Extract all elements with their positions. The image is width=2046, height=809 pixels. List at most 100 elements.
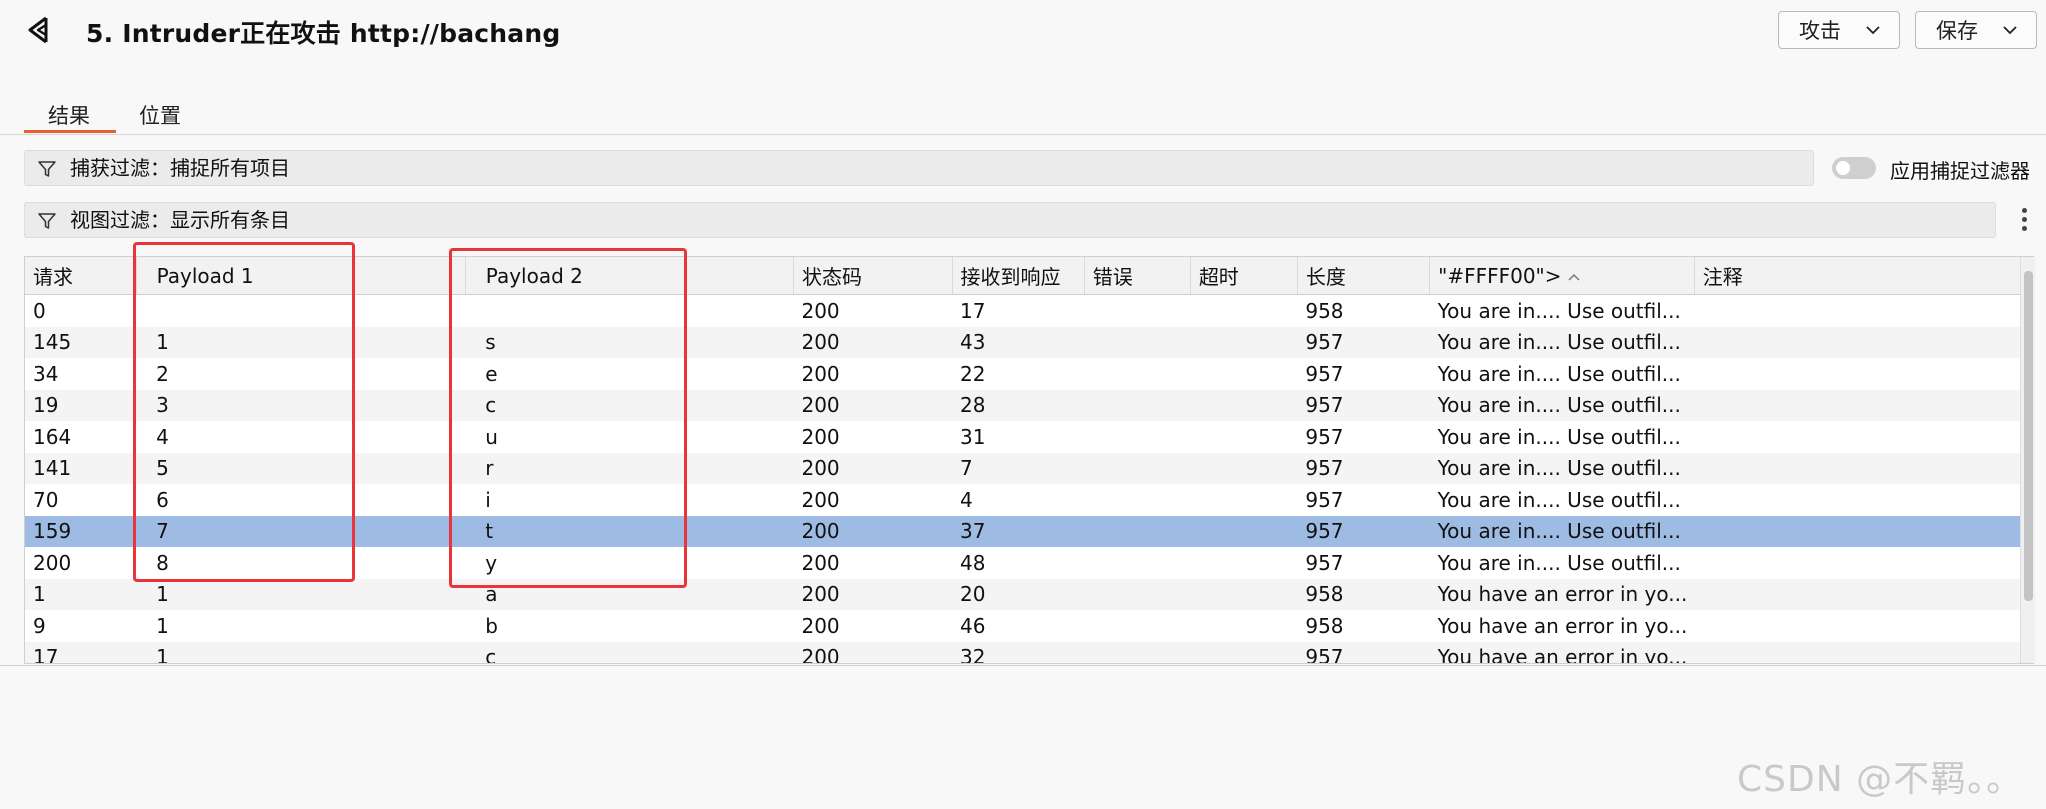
column-header-comment[interactable]: 注释 [1694, 257, 2026, 295]
view-filter-bar[interactable]: 视图过滤：显示所有条目 [24, 202, 1996, 238]
tab-positions[interactable]: 位置 [139, 100, 181, 130]
column-header-response-received[interactable]: 接收到响应 [952, 257, 1085, 295]
cell-status: 200 [801, 487, 840, 512]
tab-results[interactable]: 结果 [48, 100, 90, 130]
cell-timeout [1190, 547, 1297, 579]
capture-filter-bar[interactable]: 捕获过滤：捕捉所有项目 [24, 150, 1814, 186]
sort-ascending-icon [1567, 273, 1580, 281]
cell-timeout [1190, 452, 1298, 484]
cell-status: 200 [793, 641, 952, 663]
cell-timeout [1190, 484, 1297, 516]
window-title: 5. Intruder正在攻击 http://bachang [86, 19, 561, 48]
table-row[interactable]: 9 1 b 200 46 958 You have an error in yo... [25, 610, 2025, 642]
cell-response-received: 22 [960, 361, 986, 386]
cell-error [1084, 515, 1191, 547]
highlight-box-payload2 [449, 248, 687, 588]
cell-length: 957 [1305, 424, 1344, 449]
scrollbar-thumb[interactable] [2024, 271, 2033, 601]
apply-capture-filter-label: 应用捕捉过滤器 [1890, 159, 2030, 183]
column-header-timeout[interactable]: 超时 [1190, 257, 1298, 295]
watermark: CSDN @不羁。。 [1737, 759, 2024, 800]
cell-request: 19 [25, 389, 137, 421]
cell-length: 957 [1297, 641, 1430, 663]
cell-request: 1 [25, 578, 137, 610]
cell-error [1084, 641, 1191, 663]
cell-status: 200 [801, 550, 840, 575]
cell-length: 957 [1305, 361, 1344, 386]
cell-timeout [1190, 326, 1298, 358]
cell-grep-match: You are in.... Use outfil... [1429, 515, 1695, 547]
cell-response-received: 37 [952, 515, 1085, 547]
table-row[interactable]: 1 1 a 200 20 958 You have an error in yo... [25, 578, 2025, 610]
active-tab-indicator [24, 130, 116, 133]
cell-payload1: 1 [156, 613, 169, 638]
capture-filter-text: 捕获过滤：捕捉所有项目 [70, 156, 290, 180]
cell-grep-match: You are in.... Use outfil... [1429, 452, 1695, 484]
cell-length: 958 [1305, 298, 1344, 323]
cell-comment [1694, 295, 2024, 327]
cell-length: 957 [1297, 389, 1430, 421]
cell-comment [1694, 641, 2025, 663]
column-header-error[interactable]: 错误 [1084, 257, 1191, 295]
cell-request: 164 [33, 424, 72, 449]
column-header-status[interactable]: 状态码 [793, 257, 953, 295]
more-options-icon[interactable] [2018, 205, 2030, 235]
divider [0, 665, 2046, 666]
cell-response-received: 17 [960, 298, 986, 323]
cell-response-received: 7 [952, 452, 1085, 484]
column-header-grep-match[interactable]: "#FFFF00"> [1429, 257, 1695, 295]
cell-grep-match: You are in.... Use outfil... [1437, 424, 1681, 449]
column-header-request[interactable]: 请求 [25, 257, 137, 295]
cell-timeout [1190, 641, 1298, 663]
cell-payload1: 1 [136, 578, 466, 610]
cell-timeout [1190, 389, 1298, 421]
apply-capture-filter-toggle[interactable] [1832, 157, 1876, 179]
cell-comment [1694, 484, 2024, 516]
cell-status: 200 [801, 298, 840, 323]
cell-grep-match: You are in.... Use outfil... [1429, 389, 1695, 421]
attack-button-label: 攻击 [1799, 19, 1841, 43]
cell-status: 200 [793, 326, 952, 358]
cell-error [1084, 421, 1190, 453]
cell-request: 159 [25, 515, 137, 547]
cell-grep-match: You have an error in yo... [1437, 613, 1688, 638]
cell-comment [1694, 578, 2025, 610]
cell-comment [1694, 389, 2025, 421]
cell-timeout [1190, 610, 1297, 642]
vertical-scrollbar[interactable] [2020, 257, 2035, 663]
cell-error [1084, 610, 1190, 642]
cell-response-received: 20 [952, 578, 1085, 610]
chevron-down-icon [1866, 26, 1880, 35]
burp-intruder-icon [28, 16, 48, 44]
cell-status: 200 [793, 578, 952, 610]
title-bar: 5. Intruder正在攻击 http://bachang 攻击 保存 [0, 0, 2046, 62]
cell-grep-match: You have an error in yo... [1429, 578, 1695, 610]
cell-error [1084, 295, 1190, 327]
cell-status: 200 [793, 452, 952, 484]
cell-status: 200 [793, 389, 952, 421]
cell-response-received: 31 [960, 424, 986, 449]
cell-comment [1694, 547, 2024, 579]
cell-status: 200 [801, 613, 840, 638]
cell-comment [1694, 515, 2025, 547]
save-button[interactable]: 保存 [1915, 11, 2037, 49]
cell-length: 957 [1297, 515, 1430, 547]
table-row[interactable]: 17 1 c 200 32 957 You have an error in yo... [25, 641, 2025, 663]
cell-timeout [1190, 295, 1297, 327]
cell-comment [1694, 452, 2025, 484]
tab-bar: 结果 位置 [0, 96, 2046, 135]
column-header-length[interactable]: 长度 [1297, 257, 1431, 295]
cell-payload2: b [485, 613, 498, 638]
cell-request: 9 [33, 613, 46, 638]
filter-icon [38, 161, 56, 177]
chevron-down-icon [2003, 26, 2017, 35]
cell-length: 957 [1297, 326, 1430, 358]
cell-request: 17 [25, 641, 137, 663]
cell-grep-match: You are in.... Use outfil... [1437, 361, 1681, 386]
cell-comment [1694, 358, 2024, 390]
attack-button[interactable]: 攻击 [1778, 11, 1900, 49]
toggle-knob [1836, 161, 1850, 175]
view-filter-text: 视图过滤：显示所有条目 [70, 208, 290, 232]
cell-error [1084, 389, 1191, 421]
cell-grep-match: You are in.... Use outfil... [1437, 487, 1681, 512]
